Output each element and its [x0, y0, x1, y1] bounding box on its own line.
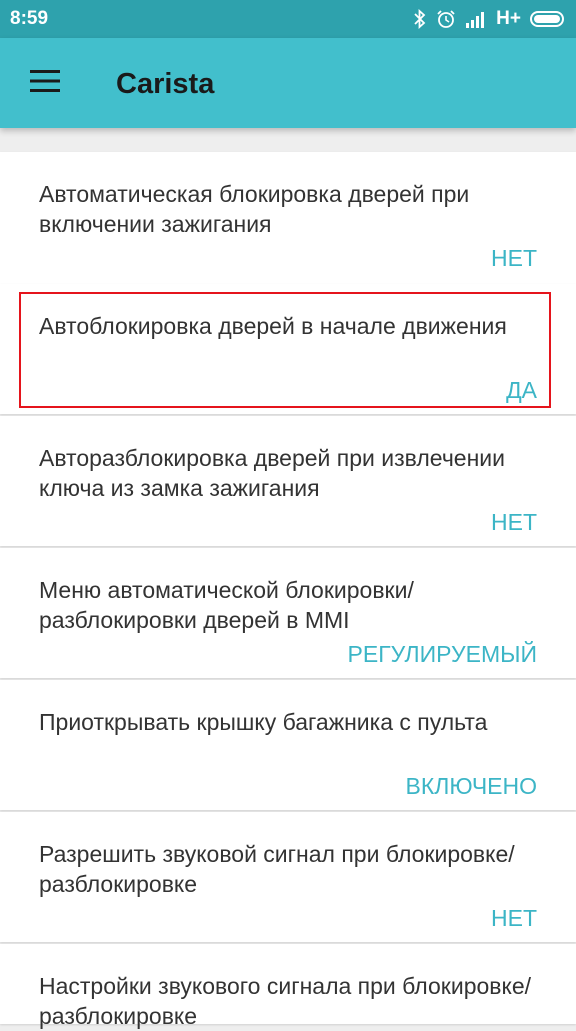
- setting-title: Разрешить звуковой сигнал при блокировке…: [39, 841, 515, 897]
- setting-title: Автоблокировка дверей в начале движения: [39, 313, 507, 339]
- setting-value: НЕТ: [491, 905, 537, 931]
- setting-title: Настройки звукового сигнала при блокиров…: [39, 973, 531, 1029]
- setting-item-horn-settings[interactable]: Настройки звукового сигнала при блокиров…: [0, 944, 576, 1029]
- setting-item-autounlock-key[interactable]: Авторазблокировка дверей при извлечении …: [0, 416, 576, 546]
- setting-value: ВКЛЮЧЕНО: [405, 773, 537, 799]
- setting-item-trunk-remote[interactable]: Приоткрывать крышку багажника с пульта В…: [0, 680, 576, 810]
- setting-value: ДА: [506, 377, 537, 403]
- bluetooth-icon: [413, 9, 427, 29]
- setting-item-mmi-lock-menu[interactable]: Меню автоматической блокировки/ разблоки…: [0, 548, 576, 678]
- setting-value: РЕГУЛИРУЕМЫЙ: [347, 641, 537, 667]
- menu-button[interactable]: [18, 60, 72, 106]
- setting-title: Приоткрывать крышку багажника с пульта: [39, 709, 488, 735]
- app-bar: Carista: [0, 38, 576, 128]
- hamburger-menu-icon: [30, 69, 60, 97]
- setting-value: НЕТ: [491, 245, 537, 271]
- app-title: Carista: [116, 68, 215, 100]
- status-time: 8:59: [10, 8, 49, 29]
- alarm-icon: [436, 9, 456, 29]
- status-bar: 8:59 H+: [0, 0, 576, 38]
- setting-title: Автоматическая блокировка дверей при вкл…: [39, 181, 470, 237]
- setting-item-autolock-ignition[interactable]: Автоматическая блокировка дверей при вкл…: [0, 152, 576, 284]
- battery-icon: [530, 10, 566, 28]
- setting-value: НЕТ: [491, 509, 537, 535]
- status-icons: H+: [413, 8, 566, 30]
- setting-item-autolock-driving[interactable]: Автоблокировка дверей в начале движения …: [0, 284, 576, 414]
- network-type-label: H+: [496, 8, 521, 29]
- signal-icon: [465, 10, 487, 28]
- setting-title: Авторазблокировка дверей при извлечении …: [39, 445, 505, 501]
- setting-item-horn-enable[interactable]: Разрешить звуковой сигнал при блокировке…: [0, 812, 576, 942]
- setting-title: Меню автоматической блокировки/ разблоки…: [39, 577, 414, 633]
